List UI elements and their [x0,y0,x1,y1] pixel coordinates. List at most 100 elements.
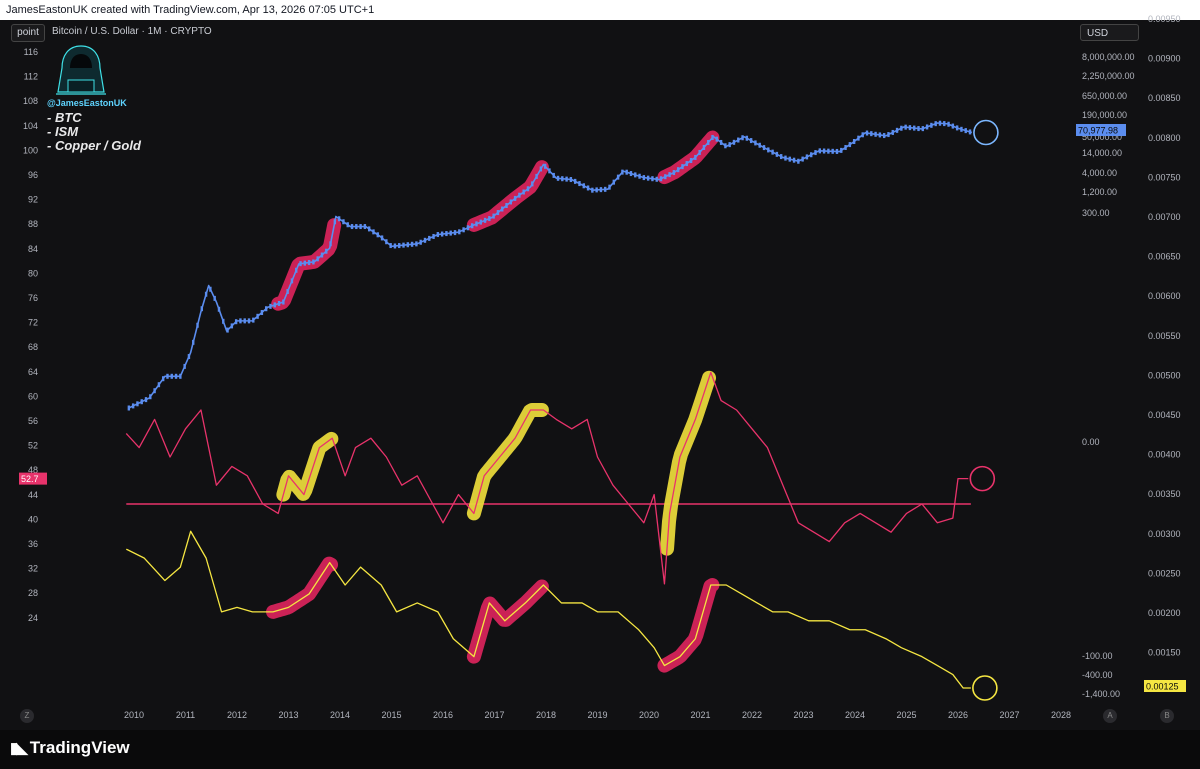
highlight-ism [660,370,717,556]
btc-candle [921,126,925,132]
btc-candle [870,131,873,137]
btc-candle [436,232,440,238]
btc-candle [522,189,525,195]
x-axis-tick: 2024 [845,710,865,720]
btc-candle [161,376,165,382]
x-axis-tick: 2028 [1051,710,1071,720]
ratio-axis-tick: 0.00550 [1148,331,1181,341]
btc-candle [749,138,753,144]
btc-candle [968,129,972,135]
btc-candle [325,248,328,254]
left-axis-tick: 80 [28,268,38,278]
btc-candle [758,142,761,148]
x-axis-tick: 2020 [639,710,659,720]
ratio-axis-tick: 0.00500 [1148,370,1181,380]
btc-candle [380,235,384,241]
btc-candle [655,176,658,182]
btc-candle [552,172,555,178]
chart-svg[interactable]: 116 112 108 104 100 96 92 88 84 80 76 72 68 64 60 56 52 4… [0,0,1200,769]
btc-candle [904,124,907,130]
z-axis-toggle[interactable]: Z [20,709,34,723]
x-axis-tick: 2013 [278,710,298,720]
ratio-axis-tick: 0.00300 [1148,529,1181,539]
btc-candle [595,187,598,193]
x-axis-tick: 2016 [433,710,453,720]
btc-candle [179,373,182,379]
tradingview-logo: ▮◣ TradingView [10,738,130,758]
btc-candle [312,259,315,265]
left-axis-tick: 76 [28,293,38,303]
price-axis-tick: -100.00 [1082,651,1113,661]
left-axis-tick: 68 [28,342,38,352]
btc-candle [419,239,422,245]
btc-candle [209,286,212,292]
btc-candle [754,140,757,146]
left-axis-tick: 56 [28,416,38,426]
btc-candle [513,195,517,201]
btc-candle [810,152,813,158]
btc-candle [269,303,272,309]
btc-candle [252,317,255,323]
btc-candle [222,318,225,324]
price-axis-tick: 1,200.00 [1082,187,1117,197]
btc-candle [827,148,830,154]
btc-candle [230,323,234,329]
btc-candle [239,318,242,324]
btc-candle [621,169,624,175]
left-axis-tick: 64 [28,367,38,377]
left-axis-tick: 40 [28,514,38,524]
btc-candle [295,267,298,273]
btc-candle [483,217,487,223]
btc-candle [174,373,178,379]
btc-candle [432,233,435,239]
btc-candle [651,176,654,182]
price-axis-tick: 8,000,000.00 [1082,52,1135,62]
btc-candle [586,185,590,191]
btc-candle [668,172,671,178]
highlight-copper-gold [266,556,339,619]
btc-candle [771,149,774,155]
btc-candle [908,125,912,131]
left-axis-tick: 44 [28,490,38,500]
btc-candle [372,229,375,235]
auto-scale-toggle[interactable]: A [1103,709,1117,723]
x-axis-tick: 2017 [484,710,504,720]
btc-candle [350,224,354,230]
btc-candle [204,291,208,297]
btc-candle [792,157,796,163]
btc-candle [861,132,864,138]
ism-last-circle [969,465,996,492]
ratio-axis-tick: 0.00350 [1148,489,1181,499]
btc-candle [131,403,135,409]
btc-candle [681,164,684,170]
btc-candle [556,175,560,181]
btc-candle [848,142,852,148]
x-axis-tick: 2015 [381,710,401,720]
btc-candle [895,127,899,133]
btc-candle [582,183,585,189]
btc-candle [192,339,195,345]
x-axis-tick: 2012 [227,710,247,720]
price-axis-tick: 0.00 [1082,437,1100,447]
btc-candle [367,226,371,232]
x-axis-tick: 2021 [690,710,710,720]
left-axis-tick: 92 [28,195,38,205]
left-axis-tick: 72 [28,318,38,328]
btc-candle [187,354,191,360]
btc-candle [509,199,513,205]
x-axis-tick: 2022 [742,710,762,720]
series-line-copper-gold [125,530,971,689]
btc-candle [518,192,521,198]
btc-candle [642,175,646,181]
btc-candle [604,186,607,192]
b-scale-toggle[interactable]: B [1160,709,1174,723]
btc-candle [951,123,955,129]
btc-candle [715,136,719,142]
btc-candle [488,216,491,222]
btc-candle [565,176,568,182]
btc-candle [719,139,723,145]
btc-candle [505,202,508,208]
price-axis-tick: 14,000.00 [1082,148,1122,158]
btc-candle [320,252,324,258]
highlight-btc [466,160,549,232]
